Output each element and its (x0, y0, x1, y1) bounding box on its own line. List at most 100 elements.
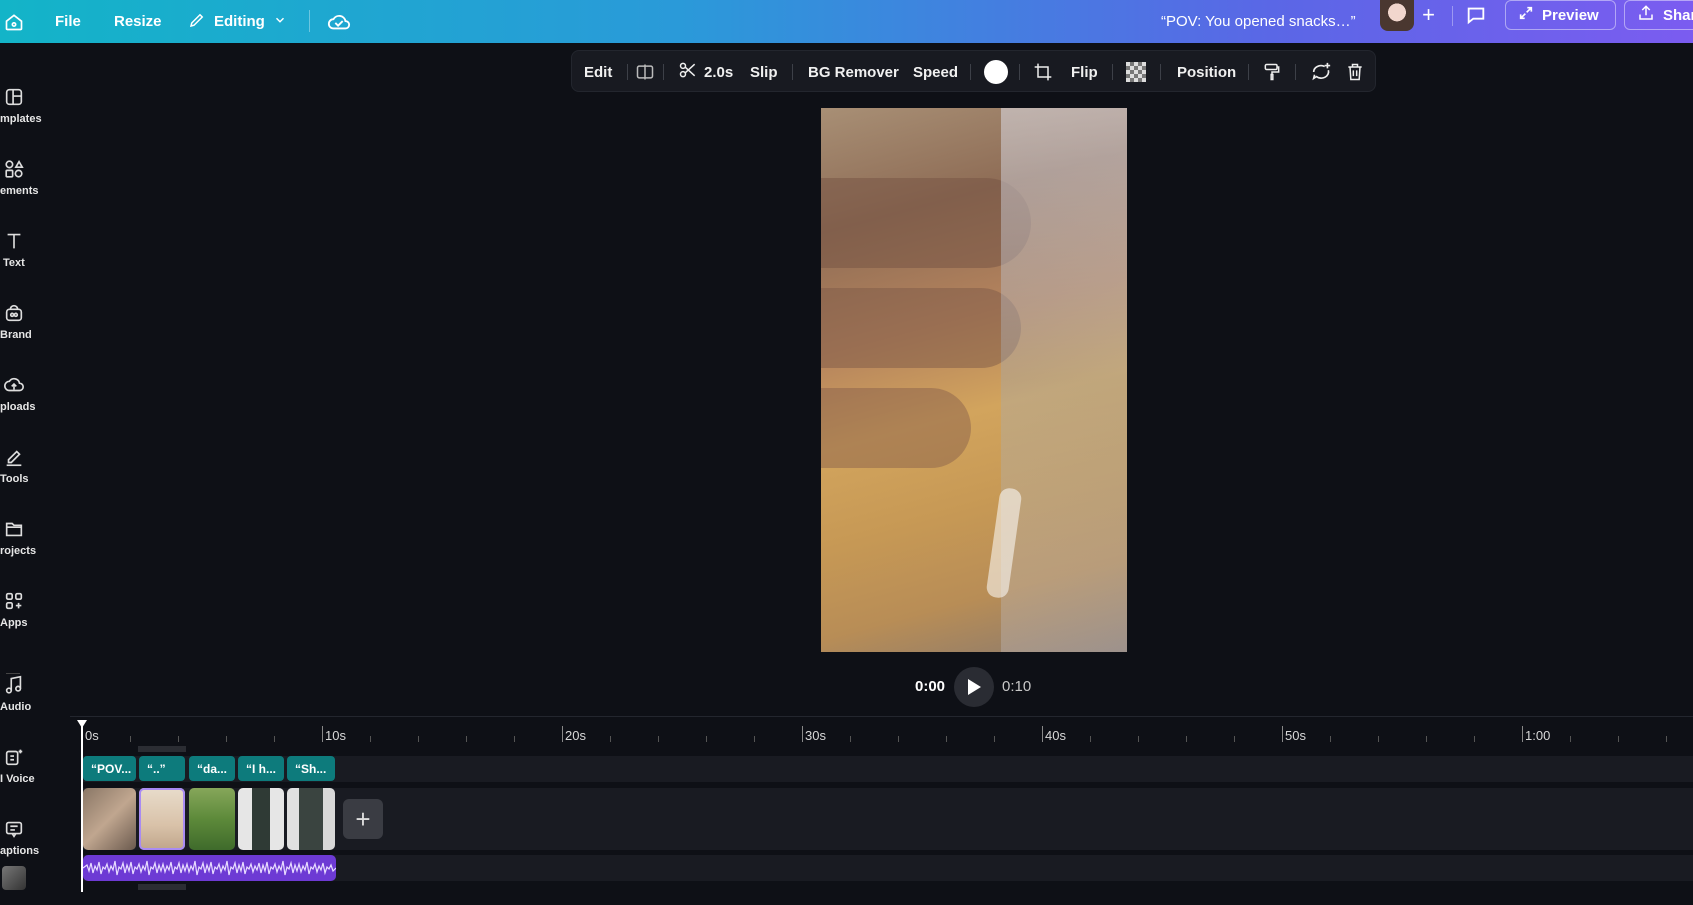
flip-button[interactable]: Flip (1071, 51, 1098, 93)
sidebar-item-label: Tools (0, 473, 29, 485)
video-clip[interactable] (238, 788, 284, 850)
sidebar-item-label: ploads (0, 401, 36, 413)
toolbar-divider (1295, 64, 1296, 80)
expand-icon (1518, 5, 1534, 25)
preview-button[interactable]: Preview (1505, 0, 1616, 30)
trim-button[interactable]: 2.0s (678, 51, 733, 93)
toolbar-divider (663, 64, 664, 80)
templates-icon (5, 88, 23, 106)
speed-button[interactable]: Speed (913, 51, 958, 93)
ruler-label: 40s (1045, 728, 1066, 743)
left-sidebar: mplates ements Text Brand ploads Tools r… (0, 43, 70, 905)
sidebar-item-uploads[interactable]: ploads (0, 352, 70, 420)
color-picker-button[interactable] (984, 51, 1008, 93)
recent-design-thumbnail[interactable] (2, 866, 26, 890)
playhead[interactable] (81, 722, 83, 892)
caption-chip[interactable]: “POV... (83, 756, 136, 781)
sidebar-item-elements[interactable]: ements (0, 136, 70, 204)
duration-label: 2.0s (704, 63, 734, 81)
edit-button[interactable]: Edit (584, 51, 612, 93)
add-clip-button[interactable]: + (343, 799, 383, 839)
play-button[interactable] (954, 667, 994, 707)
draw-tools-icon (6, 450, 22, 467)
crop-icon[interactable] (1033, 51, 1053, 93)
text-icon (7, 233, 21, 249)
position-button[interactable]: Position (1177, 51, 1236, 93)
comment-icon[interactable] (1465, 0, 1487, 30)
ruler-label: 0s (85, 728, 99, 743)
context-toolbar: Edit 2.0s Slip BG Remover Speed Flip Pos… (571, 50, 1376, 92)
editing-label: Editing (214, 13, 265, 30)
cloud-saved-icon[interactable] (327, 0, 351, 43)
split-clip-icon[interactable] (635, 51, 655, 93)
toolbar-divider (792, 64, 793, 80)
bg-remover-button[interactable]: BG Remover (808, 51, 899, 93)
cloud-upload-icon (4, 377, 24, 392)
sidebar-item-audio[interactable]: Audio (0, 652, 70, 720)
sidebar-item-label: rojects (0, 545, 37, 557)
caption-chip[interactable]: “da... (189, 756, 235, 781)
share-button[interactable]: Shar (1624, 0, 1693, 30)
ruler-label: 10s (325, 728, 346, 743)
toolbar-divider (1248, 64, 1249, 80)
plus-icon: + (1422, 1, 1435, 27)
paint-roller-icon[interactable] (1262, 51, 1282, 93)
sidebar-item-label: I Voice (0, 773, 35, 785)
video-clip-selected[interactable] (139, 788, 185, 850)
sidebar-item-captions[interactable]: aptions (0, 796, 70, 864)
toolbar-divider (970, 64, 971, 80)
sidebar-item-text[interactable]: Text (0, 208, 70, 276)
editing-mode-dropdown[interactable]: Editing (188, 0, 287, 43)
add-collaborator-button[interactable]: + (1412, 0, 1445, 29)
video-clip[interactable] (83, 788, 136, 850)
sidebar-item-label: Brand (0, 329, 32, 341)
total-time: 0:10 (1002, 677, 1032, 695)
resize-menu[interactable]: Resize (114, 0, 162, 43)
topbar-divider (309, 10, 310, 32)
ruler-label: 20s (565, 728, 586, 743)
sidebar-item-brand[interactable]: Brand (0, 280, 70, 348)
avatar[interactable] (1380, 0, 1414, 31)
video-clip[interactable] (189, 788, 235, 850)
toolbar-divider (627, 64, 628, 80)
pencil-icon (188, 11, 206, 33)
audio-clip[interactable] (83, 855, 336, 881)
share-icon (1637, 4, 1655, 26)
file-menu[interactable]: File (55, 0, 81, 43)
ruler-label: 30s (805, 728, 826, 743)
sidebar-item-tools[interactable]: Tools (0, 424, 70, 492)
topbar-divider (1452, 6, 1453, 26)
plus-icon: + (355, 803, 371, 834)
elements-icon (5, 160, 24, 178)
sidebar-item-label: Audio (0, 701, 32, 713)
sidebar-item-ai-voice[interactable]: I Voice (0, 724, 70, 792)
caption-chip[interactable]: “..” (139, 756, 185, 781)
sidebar-item-label: mplates (0, 113, 42, 125)
trash-icon[interactable] (1345, 51, 1365, 93)
transparency-button[interactable] (1126, 51, 1146, 93)
video-canvas-frame[interactable] (821, 108, 1127, 652)
slip-button[interactable]: Slip (750, 51, 778, 93)
sidebar-item-label: aptions (0, 845, 40, 857)
transparency-icon (1126, 62, 1146, 82)
add-comment-icon[interactable] (1310, 51, 1332, 93)
chevron-down-icon (273, 13, 287, 31)
waveform (83, 860, 336, 876)
home-icon[interactable] (4, 0, 24, 43)
caption-chip[interactable]: “Sh... (287, 756, 335, 781)
scissors-icon (678, 60, 698, 84)
sidebar-item-projects[interactable]: rojects (0, 496, 70, 564)
sidebar-item-templates[interactable]: mplates (0, 64, 70, 132)
top-bar: File Resize Editing “POV: You opened sna… (0, 0, 1693, 43)
toolbar-divider (1019, 64, 1020, 80)
folder-icon (5, 522, 23, 537)
caption-chip[interactable]: “I h... (238, 756, 284, 781)
sidebar-item-label: Apps (0, 617, 28, 629)
color-swatch (984, 60, 1008, 84)
sidebar-item-apps[interactable]: Apps (0, 568, 70, 636)
share-label: Shar (1663, 6, 1693, 24)
design-title[interactable]: “POV: You opened snacks…” (1161, 0, 1356, 43)
ruler-label: 50s (1285, 728, 1306, 743)
video-clip[interactable] (287, 788, 335, 850)
ruler-label: 1:00 (1525, 728, 1551, 743)
